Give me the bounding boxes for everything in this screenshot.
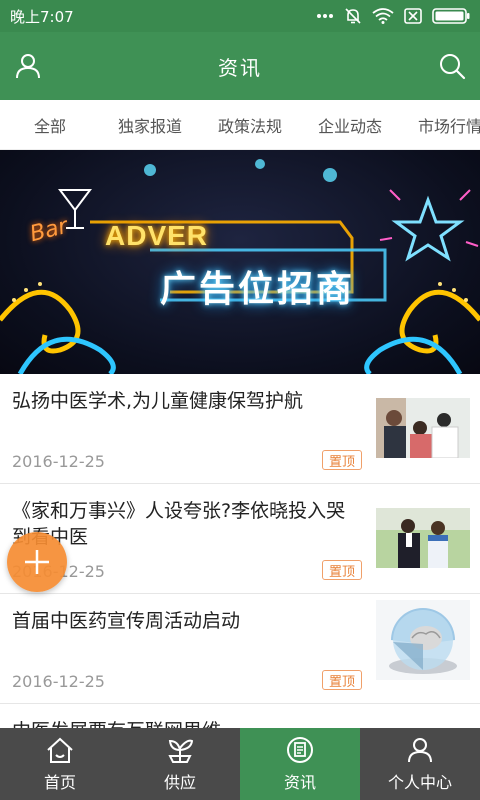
plant-icon [165,735,195,765]
tab-company[interactable]: 企业动态 [300,113,400,137]
news-date: 2016-12-25 [12,452,105,471]
tab-all[interactable]: 全部 [0,113,100,137]
status-icons [316,7,470,25]
battery-icon [432,8,470,24]
person-icon [405,735,435,765]
ad-banner[interactable]: Bar ADVER 广告位招商 [0,150,480,374]
page-title: 资讯 [218,55,262,80]
nav-item-profile[interactable]: 个人中心 [360,728,480,800]
more-dots-icon [316,13,334,19]
bottom-nav: 首页 供应 资讯 个人中心 [0,728,480,800]
pinned-badge: 置顶 [322,450,362,470]
add-fab-button[interactable] [7,532,67,592]
category-tabs: 全部 独家报道 政策法规 企业动态 市场行情 [0,100,480,150]
news-item[interactable]: 弘扬中医学术,为儿童健康保驾护航 2016-12-25 置顶 [0,374,480,484]
nav-item-supply[interactable]: 供应 [120,728,240,800]
nav-item-home[interactable]: 首页 [0,728,120,800]
bell-muted-icon [344,7,362,25]
nav-item-news[interactable]: 资讯 [240,728,360,800]
news-thumbnail [376,600,470,680]
status-bar: 晚上7:07 [0,0,480,32]
news-thumbnail [376,398,470,458]
nav-label: 资讯 [283,773,316,792]
nav-label: 首页 [43,773,76,792]
nav-label: 个人中心 [387,773,452,792]
news-title: 《家和万事兴》人设夸张?李依晓投入哭到看中医 [12,500,346,548]
news-title: 首届中医药宣传周活动启动 [12,610,241,632]
status-time: 晚上7:07 [10,7,74,26]
tab-policy[interactable]: 政策法规 [200,113,300,137]
news-thumbnail [376,508,470,568]
home-icon [45,735,75,765]
pinned-badge: 置顶 [322,560,362,580]
tab-market[interactable]: 市场行情 [400,113,480,137]
banner-adver-text: ADVER [105,220,209,251]
news-item[interactable]: 《家和万事兴》人设夸张?李依晓投入哭到看中医 2016-12-25 置顶 [0,484,480,594]
wifi-icon [372,8,394,24]
user-icon[interactable] [14,52,42,80]
app-header: 资讯 [0,32,480,100]
news-title: 弘扬中医学术,为儿童健康保驾护航 [12,390,304,412]
news-icon [285,735,315,765]
nav-label: 供应 [163,773,196,792]
news-date: 2016-12-25 [12,672,105,691]
search-icon[interactable] [438,52,466,80]
plus-icon [25,550,49,574]
sim-off-icon [404,8,422,24]
pinned-badge: 置顶 [322,670,362,690]
app-screen: 晚上7:07 资讯 全部 独家报道 政策法规 企业动态 市场行情 Bar ADV… [0,0,480,800]
tab-exclusive[interactable]: 独家报道 [100,113,200,137]
news-item[interactable]: 首届中医药宣传周活动启动 2016-12-25 置顶 [0,594,480,704]
banner-headline: 广告位招商 [160,269,356,310]
